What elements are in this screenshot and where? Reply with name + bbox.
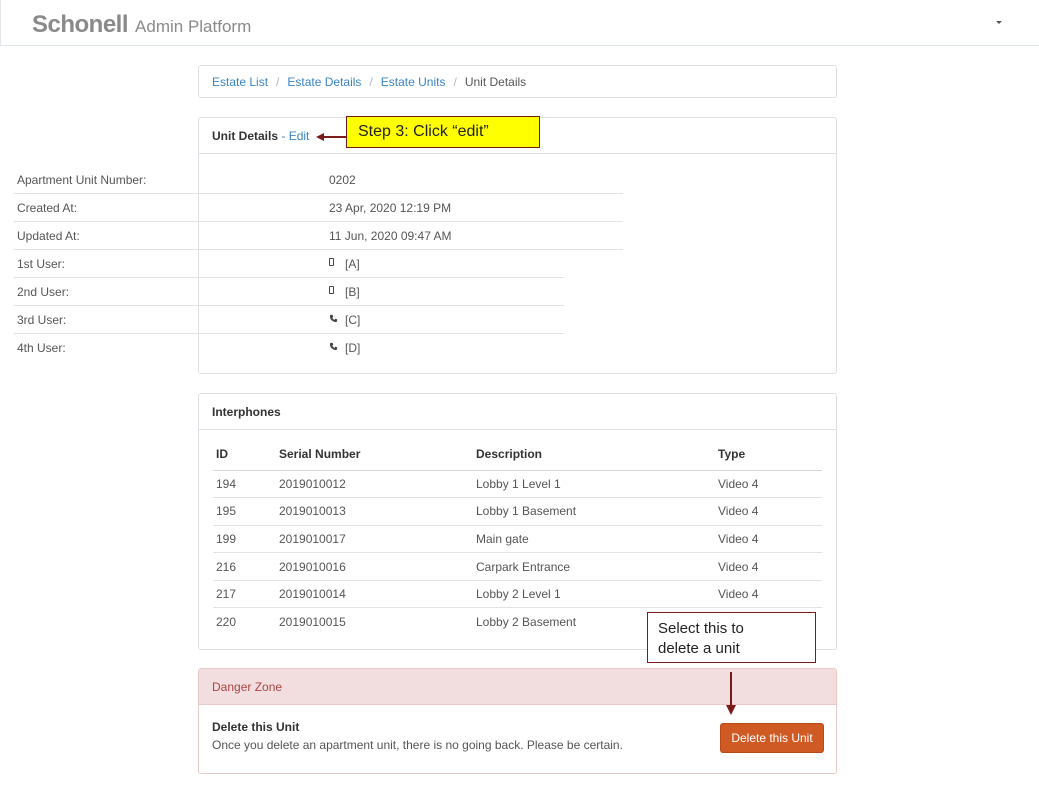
detail-label: Updated At: [17, 228, 80, 243]
phone-icon [329, 342, 338, 354]
arrow-down-icon [726, 672, 736, 715]
detail-value: 0202 [329, 172, 356, 187]
user-value: [B] [345, 284, 360, 299]
cell-serial: 2019010014 [276, 580, 473, 609]
detail-value: [A] [329, 257, 360, 271]
table-row: 217 2019010014 Lobby 2 Level 1 Video 4 [213, 580, 822, 609]
top-navbar: Schonell Admin Platform [0, 0, 1039, 46]
detail-label: 2nd User: [17, 284, 70, 299]
interphones-table: ID Serial Number Description Type 194 20… [213, 438, 822, 636]
column-header-type: Type [715, 438, 822, 471]
cell-description: Carpark Entrance [473, 552, 715, 581]
delete-callout-line-1: Select this to [658, 620, 744, 637]
detail-row-created: Created At: 23 Apr, 2020 12:19 PM [14, 194, 623, 222]
cell-id: 217 [213, 580, 276, 609]
detail-label: 3rd User: [17, 312, 67, 327]
breadcrumb-separator: / [369, 74, 373, 89]
table-row: 194 2019010012 Lobby 1 Level 1 Video 4 [213, 470, 822, 499]
breadcrumb-estate-details[interactable]: Estate Details [287, 75, 361, 89]
arrow-left-icon [316, 133, 347, 141]
brand-subtitle: Admin Platform [135, 17, 252, 36]
user-value: [C] [345, 312, 361, 327]
detail-label: Created At: [17, 200, 78, 215]
redaction-mask [564, 250, 662, 278]
cell-type: Video 4 [715, 497, 822, 526]
interphones-title: Interphones [212, 404, 281, 419]
table-row: 216 2019010016 Carpark Entrance Video 4 [213, 552, 822, 581]
table-row: 195 2019010013 Lobby 1 Basement Video 4 [213, 497, 822, 526]
cell-id: 220 [216, 615, 237, 630]
brand-logo: Schonell [32, 11, 129, 38]
cell-type: Video 4 [715, 470, 822, 499]
title-separator: - [278, 128, 289, 143]
breadcrumb-current: Unit Details [464, 74, 527, 89]
detail-row-updated: Updated At: 11 Jun, 2020 09:47 AM [14, 222, 623, 250]
column-header-serial: Serial Number [276, 438, 473, 471]
cell-description: Lobby 1 Basement [473, 497, 715, 526]
detail-value: [D] [329, 341, 360, 355]
delete-unit-button[interactable]: Delete this Unit [720, 723, 824, 753]
user-value: [D] [345, 341, 361, 355]
column-header-id: ID [213, 438, 276, 471]
interphones-header: Interphones [199, 394, 836, 430]
detail-row-user-4: 4th User: [D] [14, 334, 623, 362]
cell-type: Video 4 [715, 580, 822, 609]
detail-label: 4th User: [17, 341, 66, 355]
detail-label: 1st User: [17, 256, 66, 271]
cell-id: 199 [213, 525, 276, 554]
detail-row-user-2: 2nd User: [B] [14, 278, 623, 306]
breadcrumb-separator: / [276, 74, 280, 89]
detail-row-user-1: 1st User: [A] [14, 250, 623, 278]
delete-callout-line-2: delete a unit [658, 640, 740, 657]
detail-value: 23 Apr, 2020 12:19 PM [329, 200, 452, 215]
danger-zone-panel: Danger Zone Delete this Unit Once you de… [198, 668, 837, 774]
danger-zone-header: Danger Zone [199, 669, 836, 705]
mobile-icon [329, 258, 337, 269]
mobile-icon [329, 286, 337, 297]
cell-description: Main gate [473, 525, 715, 554]
user-value: [A] [345, 256, 360, 271]
breadcrumb: Estate List / Estate Details / Estate Un… [198, 65, 837, 98]
cell-id: 194 [213, 470, 276, 499]
cell-type: Video 4 [715, 525, 822, 554]
edit-link[interactable]: Edit [289, 129, 310, 143]
detail-value: [B] [329, 285, 360, 299]
column-header-description: Description [473, 438, 715, 471]
cell-id: 195 [213, 497, 276, 526]
cell-description: Lobby 1 Level 1 [473, 470, 715, 499]
user-menu-caret-icon[interactable] [996, 21, 1002, 24]
cell-description: Lobby 2 Level 1 [473, 580, 715, 609]
cell-type: Video 4 [715, 552, 822, 581]
breadcrumb-estate-units[interactable]: Estate Units [381, 75, 446, 89]
detail-row-unit-number: Apartment Unit Number: 0202 [14, 166, 623, 194]
step3-callout: Step 3: Click “edit” [346, 116, 540, 148]
detail-value: [C] [329, 313, 360, 327]
navbar-edge [0, 0, 1, 46]
unit-details-list: Apartment Unit Number: 0202 Created At: … [14, 166, 623, 362]
table-row: 199 2019010017 Main gate Video 4 [213, 525, 822, 554]
cell-serial: 2019010012 [276, 470, 473, 499]
cell-serial: 2019010017 [276, 525, 473, 554]
cell-serial: 2019010015 [279, 615, 346, 630]
delete-unit-heading: Delete this Unit [212, 720, 300, 734]
table-header-row: ID Serial Number Description Type [213, 438, 822, 471]
redaction-mask [564, 278, 662, 333]
delete-callout: Select this to delete a unit [647, 612, 816, 663]
breadcrumb-estate-list[interactable]: Estate List [212, 75, 268, 89]
cell-serial: 2019010013 [276, 497, 473, 526]
breadcrumb-separator: / [453, 74, 457, 89]
detail-value: 11 Jun, 2020 09:47 AM [329, 228, 452, 243]
unit-details-title: Unit Details [212, 128, 279, 143]
cell-id: 216 [213, 552, 276, 581]
redaction-mask [564, 333, 662, 361]
detail-label: Apartment Unit Number: [17, 172, 147, 187]
danger-zone-title: Danger Zone [212, 679, 283, 694]
detail-row-user-3: 3rd User: [C] [14, 306, 623, 334]
cell-serial: 2019010016 [276, 552, 473, 581]
brand[interactable]: Schonell Admin Platform [32, 11, 251, 39]
phone-icon [329, 314, 338, 326]
delete-unit-warning: Once you delete an apartment unit, there… [212, 738, 623, 752]
